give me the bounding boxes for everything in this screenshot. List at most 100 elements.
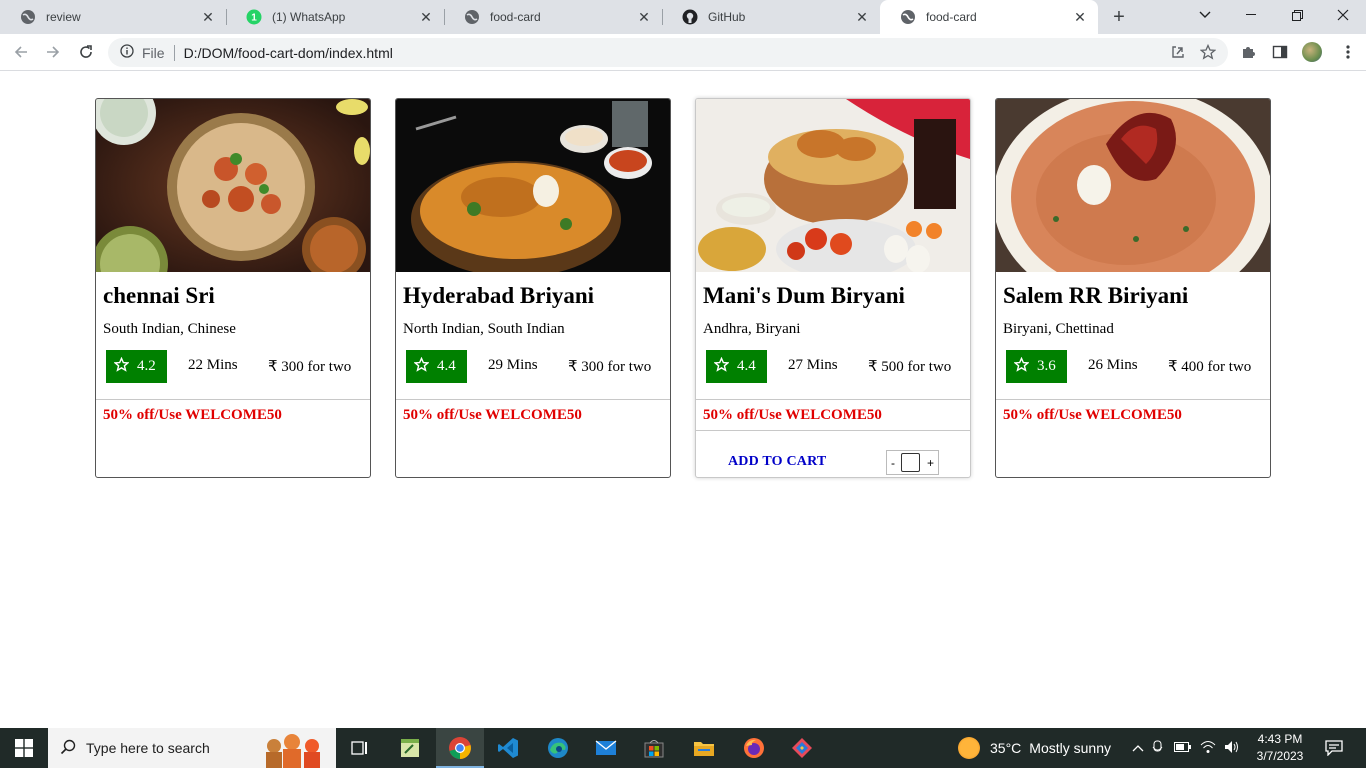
delivery-time: 22 Mins [188,357,238,373]
whatsapp-badge: 1 [251,13,257,24]
food-card[interactable]: Hyderabad Briyani North Indian, South In… [395,98,671,478]
price-for-two: ₹ 500 for two [868,359,952,375]
food-image [696,99,970,272]
wifi-icon[interactable] [1200,740,1216,757]
restaurant-name: Hyderabad Briyani [403,283,595,308]
tab-title: food-card [926,10,977,24]
cuisine-text: Andhra, Biryani [703,321,801,337]
tab-title: (1) WhatsApp [272,10,346,24]
rating-value: 4.2 [137,358,156,374]
food-card[interactable]: chennai Sri South Indian, Chinese 4.2 22… [95,98,371,478]
cuisine-text: Biryani, Chettinad [1003,321,1114,337]
minimize-button[interactable] [1228,0,1274,30]
food-card[interactable]: Mani's Dum Biryani Andhra, Biryani 4.4 2… [695,98,971,478]
chrome-icon[interactable] [436,728,484,768]
tab-review[interactable]: review ✕ [0,0,226,34]
address-separator [173,44,175,61]
info-icon[interactable] [120,44,134,61]
search-placeholder: Type here to search [86,740,210,756]
weather-temp: 35°C [990,740,1022,756]
decrement-button[interactable]: - [891,456,895,470]
offer-text: 50% off/Use WELCOME50 [1003,407,1182,423]
address-actions [1170,43,1217,63]
browser-toolbar: File D:/DOM/food-cart-dom/index.html [0,34,1366,71]
back-button[interactable] [9,40,33,64]
restaurant-name: chennai Sri [103,283,215,308]
tab-github[interactable]: GitHub ✕ [662,0,880,34]
cuisine-text: South Indian, Chinese [103,321,236,337]
task-view-icon[interactable] [336,728,384,768]
tab-whatsapp[interactable]: 1 (1) WhatsApp ✕ [226,0,444,34]
globe-icon [900,9,916,25]
taskbar-clock[interactable]: 4:43 PM 3/7/2023 [1252,731,1308,765]
offer-text: 50% off/Use WELCOME50 [403,407,582,423]
close-icon[interactable]: ✕ [418,9,434,25]
globe-icon [464,9,480,25]
snip-tool-icon[interactable] [778,728,826,768]
address-bar[interactable]: File D:/DOM/food-cart-dom/index.html [108,38,1228,67]
price-for-two: ₹ 300 for two [268,359,352,375]
notification-center-icon[interactable] [1318,728,1350,768]
quantity-input[interactable] [901,453,921,472]
restore-button[interactable] [1274,0,1320,30]
taskbar: Type here to search 35°C Mostly sunny 4:… [0,728,1366,768]
browser-tab-strip: review ✕ 1 (1) WhatsApp ✕ food-card ✕ Gi… [0,0,1366,34]
rating-badge: 4.4 [706,350,767,383]
share-icon[interactable] [1170,44,1186,63]
search-highlight-illustration-icon [256,730,334,771]
close-icon[interactable]: ✕ [636,9,652,25]
food-image [996,99,1270,272]
close-icon[interactable]: ✕ [200,9,216,25]
vscode-icon[interactable] [484,728,532,768]
weather-widget[interactable]: 35°C Mostly sunny [958,728,1111,768]
tab-food-card[interactable]: food-card ✕ [444,0,662,34]
notepad-icon[interactable] [386,728,434,768]
firefox-icon[interactable] [730,728,778,768]
food-card[interactable]: Salem RR Biriyani Biryani, Chettinad 3.6… [995,98,1271,478]
battery-icon[interactable] [1174,741,1192,755]
side-panel-icon[interactable] [1268,40,1292,64]
new-tab-button[interactable]: + [1107,5,1131,29]
delivery-time: 26 Mins [1088,357,1138,373]
profile-avatar[interactable] [1300,40,1324,64]
price-for-two: ₹ 400 for two [1168,359,1252,375]
tab-title: review [46,10,81,24]
tab-search-chevron-icon[interactable] [1182,0,1228,30]
food-image [96,99,370,272]
forward-button[interactable] [41,40,65,64]
tab-food-card-active[interactable]: food-card ✕ [880,0,1098,34]
taskbar-search-input[interactable]: Type here to search [48,728,336,768]
close-icon[interactable]: ✕ [854,9,870,25]
tray-chevron-up-icon[interactable] [1132,741,1144,755]
close-icon[interactable]: ✕ [1072,9,1088,25]
card-meta: 3.6 26 Mins ₹ 400 for two [996,350,1270,384]
windows-start-button[interactable] [0,728,48,768]
offer-text: 50% off/Use WELCOME50 [703,407,882,423]
star-icon [113,356,130,377]
close-window-button[interactable] [1320,0,1366,30]
reload-button[interactable] [74,40,98,64]
cart-row: ADD TO CART - + [696,431,970,477]
delivery-time: 27 Mins [788,357,838,373]
meet-now-icon[interactable] [1152,740,1166,757]
avatar [1302,42,1322,62]
clock-time: 4:43 PM [1257,732,1303,746]
mail-icon[interactable] [582,728,630,768]
bookmark-star-icon[interactable] [1199,43,1217,63]
whatsapp-icon: 1 [246,9,262,25]
increment-button[interactable]: + [927,456,934,470]
search-icon [60,739,76,758]
price-for-two: ₹ 300 for two [568,359,652,375]
offer-text: 50% off/Use WELCOME50 [103,407,282,423]
clock-date: 3/7/2023 [1256,749,1304,763]
extensions-puzzle-icon[interactable] [1236,40,1260,64]
address-url[interactable]: D:/DOM/food-cart-dom/index.html [184,45,393,61]
file-explorer-icon[interactable] [680,728,728,768]
edge-icon[interactable] [534,728,582,768]
star-icon [713,356,730,377]
more-menu-icon[interactable] [1336,40,1360,64]
star-icon [413,356,430,377]
add-to-cart-button[interactable]: ADD TO CART [728,454,826,470]
volume-icon[interactable] [1224,740,1240,757]
store-icon[interactable] [630,728,678,768]
